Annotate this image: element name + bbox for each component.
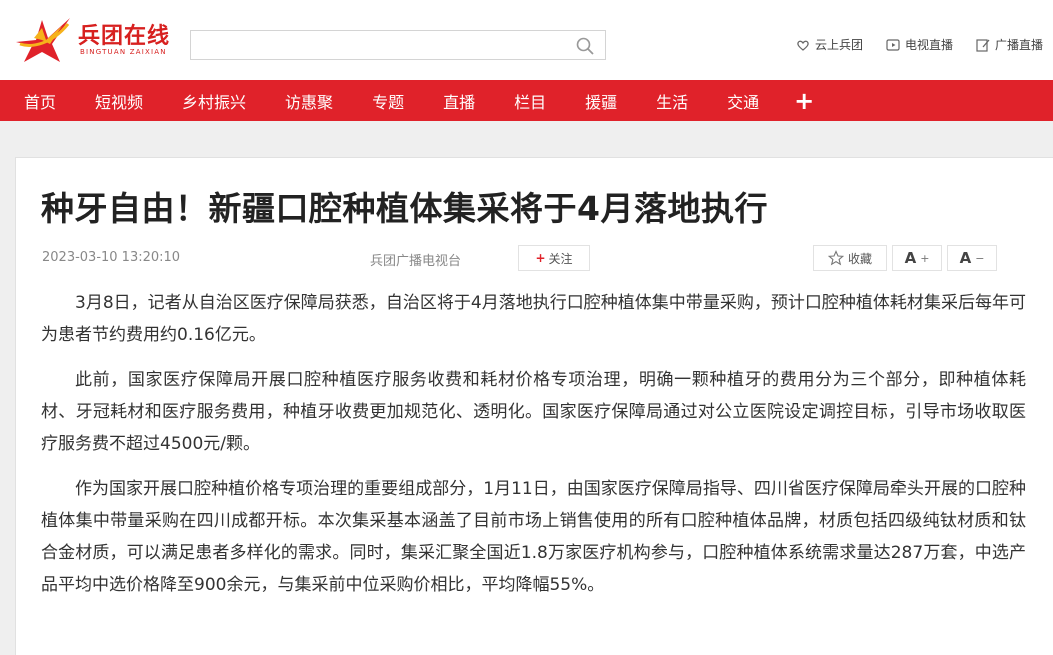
nav-item-fanghuiju[interactable]: 访惠聚 bbox=[285, 89, 333, 113]
nav-item-short-video[interactable]: 短视频 bbox=[95, 89, 143, 113]
article-paragraph: 3月8日，记者从自治区医疗保障局获悉，自治区将于4月落地执行口腔种植体集中带量采… bbox=[41, 293, 1026, 345]
article-paragraph: 此前，国家医疗保障局开展口腔种植医疗服务收费和耗材价格专项治理，明确一颗种植牙的… bbox=[41, 370, 1026, 454]
search-box bbox=[190, 30, 606, 60]
star-icon bbox=[827, 250, 844, 266]
plus-icon: + bbox=[535, 251, 546, 265]
tv-play-icon bbox=[886, 38, 900, 51]
edit-icon bbox=[976, 38, 990, 52]
font-decrease-button[interactable]: A − bbox=[947, 245, 997, 271]
logo-text: 兵团在线 bbox=[78, 24, 171, 49]
link-radio-live[interactable]: 广播直播 bbox=[975, 36, 1043, 53]
nav-item-aid-xinjiang[interactable]: 援疆 bbox=[585, 89, 617, 113]
heart-hands-icon bbox=[797, 40, 809, 51]
link-tv-live[interactable]: 电视直播 bbox=[885, 36, 953, 53]
site-logo[interactable]: 兵团在线 BINGTUAN ZAIXIAN bbox=[12, 14, 172, 66]
font-increase-button[interactable]: A + bbox=[892, 245, 942, 271]
link-cloud-bingtuan[interactable]: 云上兵团 bbox=[795, 36, 863, 53]
article-body: 3月8日，记者从自治区医疗保障局获悉，自治区将于4月落地执行口腔种植体集中带量采… bbox=[41, 287, 1026, 614]
article-title: 种牙自由！新疆口腔种植体集采将于4月落地执行 bbox=[41, 189, 768, 228]
main-nav: 首页 短视频 乡村振兴 访惠聚 专题 直播 栏目 援疆 生活 交通 + bbox=[0, 80, 1053, 121]
link-label: 广播直播 bbox=[994, 38, 1043, 52]
nav-item-traffic[interactable]: 交通 bbox=[727, 89, 759, 113]
nav-item-life[interactable]: 生活 bbox=[656, 89, 688, 113]
follow-label: 关注 bbox=[548, 251, 573, 266]
article-paragraph: 作为国家开展口腔种植价格专项治理的重要组成部分，1月11日，由国家医疗保障局指导… bbox=[41, 479, 1026, 595]
favorite-button[interactable]: 收藏 bbox=[813, 245, 887, 271]
article-time: 2023-03-10 13:20:10 bbox=[42, 250, 181, 265]
logo-star-icon bbox=[16, 18, 70, 62]
plus-icon: + bbox=[920, 251, 930, 265]
article-source[interactable]: 兵团广播电视台 bbox=[370, 250, 461, 269]
search-input[interactable] bbox=[191, 31, 561, 59]
nav-item-live[interactable]: 直播 bbox=[443, 89, 475, 113]
nav-item-home[interactable]: 首页 bbox=[24, 89, 56, 113]
font-increase-label: A bbox=[904, 249, 917, 267]
link-label: 云上兵团 bbox=[814, 38, 863, 52]
favorite-label: 收藏 bbox=[847, 251, 872, 266]
search-icon[interactable] bbox=[575, 36, 595, 56]
nav-more-button[interactable]: + bbox=[794, 89, 814, 113]
logo-subtitle: BINGTUAN ZAIXIAN bbox=[80, 48, 167, 56]
follow-button[interactable]: + 关注 bbox=[518, 245, 590, 271]
article-container: 种牙自由！新疆口腔种植体集采将于4月落地执行 2023-03-10 13:20:… bbox=[15, 157, 1053, 655]
link-label: 电视直播 bbox=[904, 38, 953, 52]
nav-item-topics[interactable]: 专题 bbox=[372, 89, 404, 113]
minus-icon: − bbox=[975, 251, 985, 265]
top-header: 兵团在线 BINGTUAN ZAIXIAN 云上兵团 电视直播 广播直播 bbox=[0, 0, 1053, 80]
header-links: 云上兵团 电视直播 广播直播 bbox=[795, 36, 1043, 53]
nav-item-columns[interactable]: 栏目 bbox=[514, 89, 546, 113]
nav-item-rural[interactable]: 乡村振兴 bbox=[182, 89, 246, 113]
font-decrease-label: A bbox=[959, 249, 972, 267]
